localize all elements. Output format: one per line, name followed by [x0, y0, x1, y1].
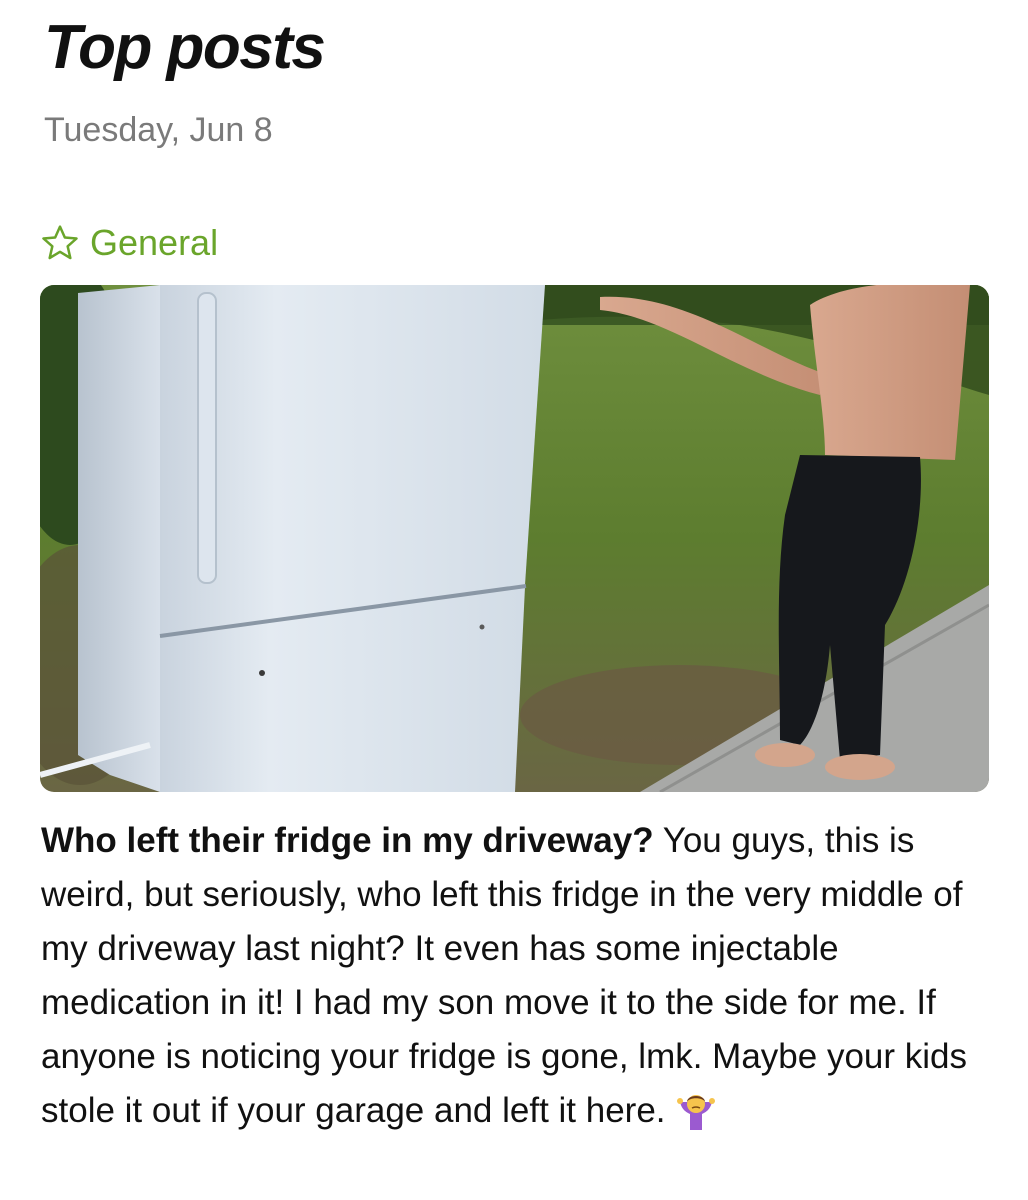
category-label: General: [90, 222, 219, 263]
page-title: Top posts: [44, 13, 326, 82]
category-link[interactable]: General: [40, 220, 218, 266]
post-text: Who left their fridge in my driveway? Yo…: [41, 814, 991, 1138]
date-label: Tuesday, Jun 8: [44, 111, 273, 149]
post-title: Who left their fridge in my driveway?: [41, 821, 654, 860]
star-outline-icon: [40, 223, 80, 263]
person-shrugging-emoji-icon: [676, 1090, 716, 1130]
post-photo[interactable]: [40, 285, 989, 792]
post-body: You guys, this is weird, but seriously, …: [41, 821, 968, 1130]
